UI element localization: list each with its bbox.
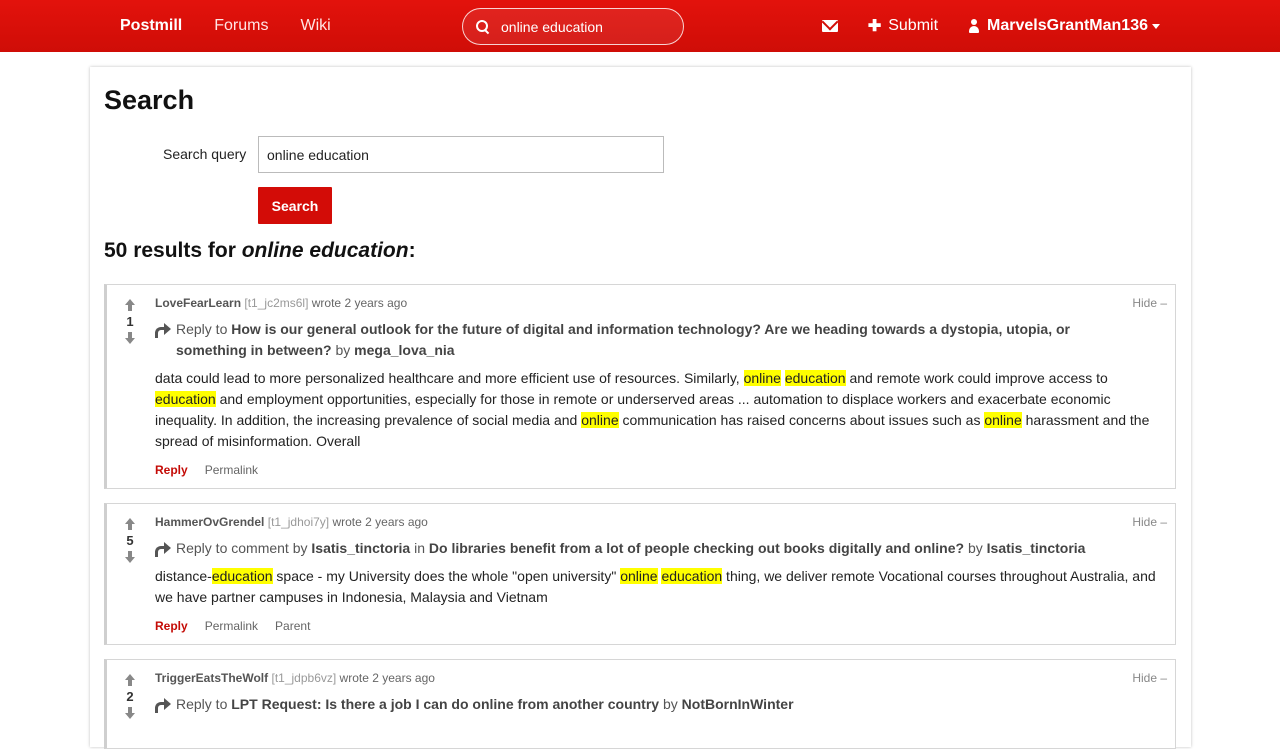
reply-arrow-icon — [155, 697, 171, 713]
nav-right: ✚ Submit MarvelsGrantMan136 — [821, 0, 1160, 52]
reply-prefix: Reply to — [176, 696, 232, 712]
author-link[interactable]: LoveFearLearn — [155, 296, 241, 310]
highlight: education — [211, 568, 273, 584]
highlight: online — [743, 370, 781, 386]
author-link[interactable]: TriggerEatsTheWolf — [155, 671, 268, 685]
score: 1 — [126, 314, 134, 329]
brand-link[interactable]: Postmill — [120, 17, 182, 35]
results-suffix: : — [408, 239, 416, 262]
submit-button[interactable]: ✚ Submit — [868, 16, 938, 36]
main-container: Search Search query Search 50 results fo… — [90, 67, 1191, 749]
reply-arrow-icon — [155, 541, 171, 557]
user-icon — [968, 19, 980, 33]
comment-meta: TriggerEatsTheWolf [t1_jdpb6vz] wrote 2 … — [155, 671, 435, 685]
submission-author-link[interactable]: Isatis_tinctoria — [987, 540, 1086, 556]
score: 5 — [126, 533, 134, 548]
nav-search-box[interactable] — [462, 8, 684, 45]
highlight: education — [661, 568, 723, 584]
search-icon — [475, 19, 491, 35]
highlight: education — [155, 391, 216, 407]
page-title: Search — [104, 85, 195, 115]
highlight: online — [984, 412, 1022, 428]
timestamp: wrote 2 years ago — [332, 515, 428, 529]
submit-label: Submit — [888, 17, 939, 34]
hide-link[interactable]: Hide – — [1132, 515, 1167, 529]
downvote-icon[interactable] — [123, 332, 137, 344]
comment-actions: Reply Permalink — [155, 463, 258, 477]
comment-meta: HammerOvGrendel [t1_jdhoi7y] wrote 2 yea… — [155, 515, 428, 529]
submission-link[interactable]: How is our general outlook for the futur… — [176, 321, 1070, 358]
top-navbar: Postmill Forums Wiki ✚ Submit MarvelsGra… — [0, 0, 1280, 52]
body-text: space - my University does the whole "op… — [272, 568, 621, 584]
vote-box: 2 — [116, 674, 144, 719]
search-query-input[interactable] — [258, 136, 664, 173]
upvote-icon[interactable] — [123, 299, 137, 311]
score: 2 — [126, 689, 134, 704]
upvote-icon[interactable] — [123, 518, 137, 530]
comment-id: [t1_jdpb6vz] — [271, 671, 337, 685]
downvote-icon[interactable] — [123, 707, 137, 719]
body-text: communication has raised concerns about … — [618, 412, 985, 428]
nav-link-forums[interactable]: Forums — [214, 17, 268, 35]
comment-body: distance-education space - my University… — [155, 566, 1171, 608]
reply-prefix: Reply to comment by — [176, 540, 312, 556]
user-menu[interactable]: MarvelsGrantMan136 — [968, 17, 1160, 35]
result-card: 1 LoveFearLearn [t1_jc2ms6l] wrote 2 yea… — [104, 284, 1176, 489]
result-card: 5 HammerOvGrendel [t1_jdhoi7y] wrote 2 y… — [104, 503, 1176, 645]
envelope-icon — [821, 20, 838, 32]
timestamp: wrote 2 years ago — [311, 296, 408, 310]
submission-author-link[interactable]: mega_lova_nia — [354, 342, 454, 358]
permalink-link[interactable]: Permalink — [205, 619, 258, 633]
reply-by: by — [659, 696, 682, 712]
reply-link[interactable]: Reply — [155, 463, 188, 477]
search-query-label: Search query — [163, 146, 247, 162]
upvote-icon[interactable] — [123, 674, 137, 686]
nav-search-input[interactable] — [501, 18, 671, 35]
reply-by: by — [964, 540, 987, 556]
body-text: and remote work could improve access to — [845, 370, 1108, 386]
results-query: online education — [241, 239, 409, 262]
reply-context: Reply to How is our general outlook for … — [155, 319, 1106, 361]
hide-link[interactable]: Hide – — [1132, 671, 1167, 685]
messages-button[interactable] — [821, 20, 838, 32]
results-heading: 50 results for online education: — [104, 239, 416, 263]
reply-prefix: Reply to — [176, 321, 232, 337]
result-card: 2 TriggerEatsTheWolf [t1_jdpb6vz] wrote … — [104, 659, 1176, 749]
plus-icon: ✚ — [867, 18, 882, 35]
vote-box: 1 — [116, 299, 144, 344]
submission-author-link[interactable]: NotBornInWinter — [682, 696, 794, 712]
timestamp: wrote 2 years ago — [339, 671, 435, 685]
vote-box: 5 — [116, 518, 144, 563]
nav-left: Postmill Forums Wiki — [120, 17, 331, 35]
reply-context: Reply to LPT Request: Is there a job I c… — [155, 694, 1106, 715]
hide-link[interactable]: Hide – — [1132, 296, 1167, 310]
results-prefix: 50 results for — [104, 239, 242, 262]
submission-link[interactable]: LPT Request: Is there a job I can do onl… — [231, 696, 659, 712]
comment-body: data could lead to more personalized hea… — [155, 368, 1171, 452]
reply-link[interactable]: Reply — [155, 619, 188, 633]
reply-by: by — [331, 342, 355, 358]
username: MarvelsGrantMan136 — [987, 17, 1148, 34]
parent-author-link[interactable]: Isatis_tinctoria — [311, 540, 410, 556]
comment-meta: LoveFearLearn [t1_jc2ms6l] wrote 2 years… — [155, 296, 407, 310]
parent-link[interactable]: Parent — [275, 619, 310, 633]
permalink-link[interactable]: Permalink — [205, 463, 258, 477]
body-text: distance- — [155, 568, 212, 584]
reply-context: Reply to comment by Isatis_tinctoria in … — [155, 538, 1176, 559]
search-button[interactable]: Search — [258, 187, 332, 224]
downvote-icon[interactable] — [123, 551, 137, 563]
comment-id: [t1_jdhoi7y] — [267, 515, 330, 529]
comment-id: [t1_jc2ms6l] — [244, 296, 309, 310]
highlight: online — [581, 412, 619, 428]
body-text: data could lead to more personalized hea… — [155, 370, 744, 386]
reply-arrow-icon — [155, 322, 171, 338]
submission-link[interactable]: Do libraries benefit from a lot of peopl… — [429, 540, 964, 556]
reply-in: in — [410, 540, 429, 556]
highlight: online — [620, 568, 658, 584]
author-link[interactable]: HammerOvGrendel — [155, 515, 264, 529]
comment-actions: Reply Permalink Parent — [155, 619, 310, 633]
caret-down-icon — [1152, 23, 1160, 29]
nav-link-wiki[interactable]: Wiki — [300, 17, 330, 35]
highlight: education — [784, 370, 846, 386]
